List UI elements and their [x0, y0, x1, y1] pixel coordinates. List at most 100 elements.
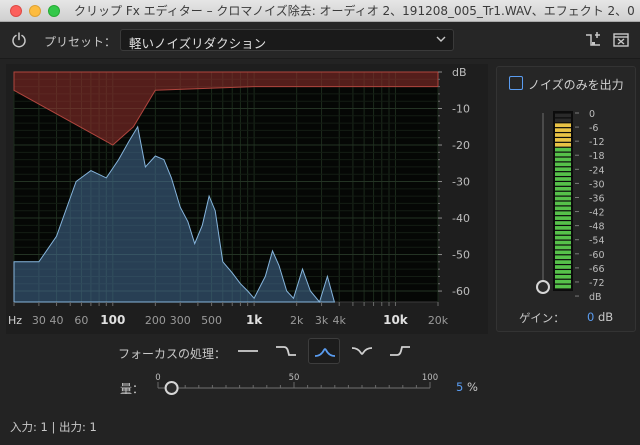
toolbar: プリセット： 軽いノイズリダクション — [0, 22, 640, 59]
meter-tick-label: -18 — [589, 151, 605, 162]
db-tick-label: -10 — [452, 103, 470, 116]
meter-tick-label: -36 — [589, 193, 605, 204]
title-bar: クリップ Fx エディター – クロマノイズ除去: オーディオ 2、191208… — [0, 0, 640, 22]
meter-segment — [555, 284, 571, 289]
minimize-window-button[interactable] — [29, 4, 41, 17]
output-panel: ノイズのみを出力 0 -6 -12 -18 -24 -30 -36 -42 -48 -54 -60 -… — [496, 66, 636, 332]
amount-slider[interactable]: 0 50 100 — [150, 370, 440, 400]
meter-segment — [555, 250, 571, 255]
meter-segment — [555, 147, 571, 152]
preset-dropdown[interactable]: 軽いノイズリダクション — [120, 29, 454, 51]
db-tick-label: -50 — [452, 249, 470, 262]
chevron-down-icon — [436, 36, 446, 42]
gain-slider-handle — [536, 280, 550, 294]
gain-value[interactable]: 0 dB — [587, 310, 613, 324]
meter-segment — [555, 226, 571, 230]
freq-tick-label: 60 — [74, 314, 88, 327]
amount-scale-label: 0 — [155, 373, 160, 383]
meter-segment — [555, 216, 571, 220]
spectrum-graph[interactable]: dB -10 -20 -30 -40 -50 -60 Hz 30 40 60 100 200 300 500… — [6, 64, 488, 334]
freq-tick-label: 4k — [333, 314, 347, 327]
amount-unit: % — [466, 380, 478, 394]
meter-tick-label: -48 — [589, 222, 605, 233]
focus-notch-button[interactable] — [346, 338, 378, 364]
high-shelf-icon — [390, 346, 410, 356]
meter-segment — [555, 118, 571, 123]
meter-segment — [555, 235, 571, 240]
amount-label: 量： — [120, 382, 145, 396]
freq-tick-label: 3k — [315, 314, 329, 327]
close-icon[interactable] — [612, 31, 630, 49]
meter-segment — [555, 240, 571, 245]
window-controls — [10, 4, 60, 17]
focus-bell-button[interactable] — [308, 338, 340, 364]
meter-segment — [555, 279, 571, 284]
close-window-button[interactable] — [10, 4, 22, 17]
freq-tick-label: 100 — [100, 313, 125, 327]
meter-segment — [555, 270, 571, 274]
amount-number: 5 — [456, 380, 464, 394]
power-icon[interactable] — [10, 31, 28, 49]
meter-segment — [555, 255, 571, 260]
meter-tick-label: dB — [589, 292, 602, 301]
db-tick-label: -60 — [452, 285, 470, 298]
freq-tick-label: 300 — [170, 314, 191, 327]
db-tick-label: -20 — [452, 139, 470, 152]
db-tick-label: dB — [452, 66, 467, 79]
noise-only-checkbox[interactable] — [509, 76, 523, 90]
freq-tick-label: 200 — [145, 314, 166, 327]
amount-scale-label: 100 — [422, 373, 438, 383]
meter-segment — [555, 211, 571, 216]
meter-segment — [555, 162, 571, 167]
db-tick-label: -40 — [452, 212, 470, 225]
meter-segment — [555, 196, 571, 201]
focus-high-shelf-button[interactable] — [384, 338, 416, 364]
freq-tick-label: 500 — [201, 314, 222, 327]
meter-tick-label: -6 — [589, 123, 598, 134]
meter-tick-label: -60 — [589, 250, 605, 261]
meter-tick-label: -72 — [589, 278, 605, 289]
meter-tick-label: 0 — [589, 109, 595, 120]
meter-tick-label: -66 — [589, 264, 605, 275]
meter-segment — [555, 113, 571, 118]
freq-tick-label: 20k — [428, 314, 449, 327]
amount-value[interactable]: 5 % — [456, 380, 478, 394]
meter-segment — [555, 186, 571, 191]
freq-tick-label: 10k — [383, 313, 409, 327]
focus-label: フォーカスの処理： — [118, 347, 227, 361]
spectrum-graph-panel: dB -10 -20 -30 -40 -50 -60 Hz 30 40 60 100 200 300 500… — [6, 64, 488, 334]
freq-tick-label: 1k — [246, 313, 263, 327]
maximize-window-button[interactable] — [48, 4, 60, 17]
meter-segment — [555, 201, 571, 206]
meter-frame — [553, 111, 573, 291]
meter-segment — [555, 142, 571, 147]
meter-segment — [555, 167, 571, 172]
meter-segment — [555, 157, 571, 162]
meter-segment — [555, 177, 571, 181]
meter-segment — [555, 133, 571, 137]
meter-segment — [555, 221, 571, 225]
db-tick-label: -30 — [452, 176, 470, 189]
meter-segment — [555, 123, 571, 128]
routing-icon[interactable] — [584, 31, 602, 49]
focus-low-cut-button[interactable] — [270, 338, 302, 364]
output-meter: 0 -6 -12 -18 -24 -30 -36 -42 -48 -54 -60 -66 -72 dB — [536, 109, 605, 301]
gain-label: ゲイン： — [519, 311, 565, 325]
flat-icon — [238, 350, 258, 352]
meter-segment — [555, 260, 571, 264]
meter-segment — [555, 265, 571, 269]
focus-flat-button[interactable] — [232, 338, 264, 364]
low-cut-icon — [276, 346, 296, 356]
amount-scale-label: 50 — [289, 373, 300, 383]
amount-handle — [164, 381, 179, 395]
freq-tick-label: Hz — [8, 314, 22, 327]
meter-segment — [555, 206, 571, 211]
meter-segment — [555, 274, 571, 279]
window-title: クリップ Fx エディター – クロマノイズ除去: オーディオ 2、191208… — [74, 4, 634, 18]
meter-segment — [555, 128, 571, 132]
meter-segment — [555, 138, 571, 142]
noise-only-label: ノイズのみを出力 — [528, 78, 624, 92]
preset-label: プリセット： — [44, 35, 117, 49]
meter-tick-label: -30 — [589, 179, 605, 190]
meter-segment — [555, 245, 571, 250]
